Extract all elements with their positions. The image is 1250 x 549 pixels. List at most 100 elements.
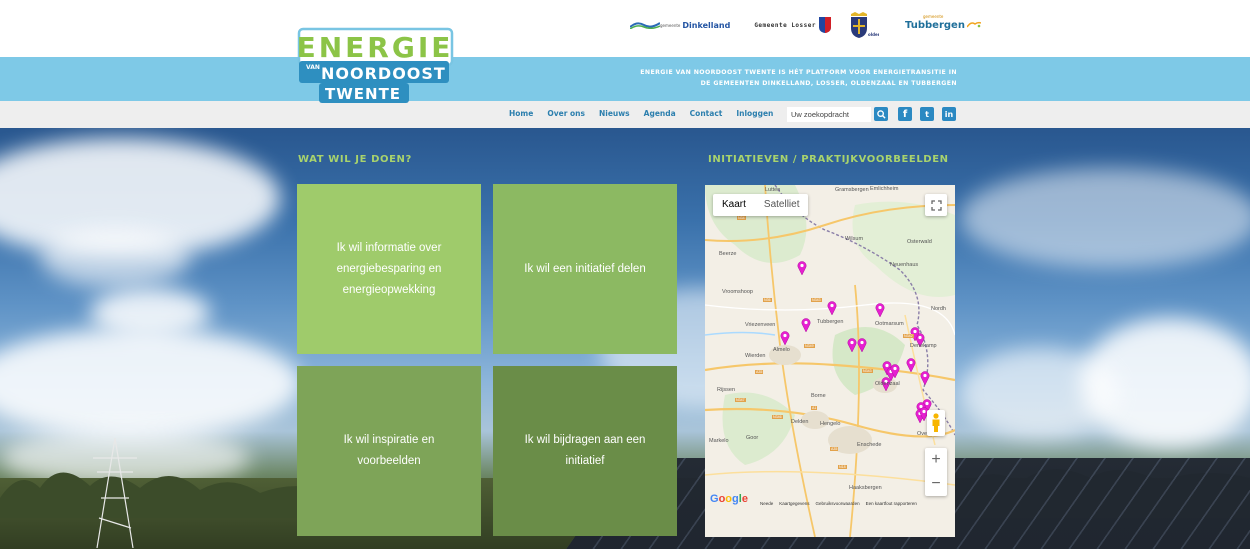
initiatives-map[interactable]: Lutten Gramsbergen Emlichheim Wilsum Ost… [705,185,955,537]
place-label: Gramsbergen [835,187,869,193]
google-letter: g [732,493,739,505]
road-label: N343 [811,298,822,302]
main-navigation: Home Over ons Nieuws Agenda Contact Inlo… [0,101,1250,128]
road-label: N36 [763,298,772,302]
road-label: A1 [811,406,818,410]
svg-text:oldenzaal: oldenzaal [868,32,879,37]
place-label: Tubbergen [817,319,844,325]
place-label: Enschede [857,442,882,448]
cloud [960,348,1120,438]
map-marker-dot [893,366,897,371]
place-label: Ootmarsum [875,321,904,327]
attrib-kaartfout[interactable]: Een kaartfout rapporteren [866,501,917,506]
place-label: Haaksbergen [849,485,882,491]
tubbergen-leaf-icon [966,21,981,28]
dinkelland-logo[interactable]: gemeente Dinkelland [630,21,730,30]
map-marker-dot [830,303,834,308]
map-marker-dot [850,340,854,345]
road-label: A35 [830,447,839,451]
nav-home[interactable]: Home [509,109,533,118]
svg-text:TWENTE: TWENTE [325,85,401,103]
street-view-pegman[interactable] [927,410,945,436]
place-label: Vroomshoop [722,289,753,295]
map-type-kaart[interactable]: Kaart [713,194,755,216]
nav-links: Home Over ons Nieuws Agenda Contact Inlo… [509,109,787,118]
site-logo[interactable]: ENERGIE VAN NOORDOOST TWENTE [297,27,454,104]
cloud [40,228,190,288]
map-canvas[interactable] [705,185,955,537]
fullscreen-icon [930,199,942,211]
nav-nieuws[interactable]: Nieuws [599,109,630,118]
road-label: N343 [862,369,873,373]
linkedin-icon[interactable]: in [942,107,956,121]
fullscreen-button[interactable] [925,194,947,216]
svg-text:NOORDOOST: NOORDOOST [321,64,446,83]
zoom-out-button[interactable]: − [925,472,947,496]
tile-label: Ik wil bijdragen aan een initiatief [524,434,646,467]
map-marker-dot [800,263,804,268]
google-letter: e [741,493,748,505]
cloud [960,168,1250,268]
place-label: Neuenhaus [890,262,919,268]
losser-shield-icon [819,17,831,33]
power-pylon [93,438,137,548]
place-label: Wilsum [845,236,864,242]
right-section-heading: INITIATIEVEN / PRAKTIJKVOORBEELDEN [708,154,949,165]
road-label: N18 [838,465,847,469]
zoom-in-button[interactable]: + [925,448,947,472]
tubbergen-logo[interactable]: gemeente Tubbergen [905,14,981,31]
tile-bijdragen[interactable]: Ik wil bijdragen aan een initiatief [493,366,677,536]
google-logo: Google [710,493,748,505]
map-marker-dot [922,409,926,414]
map-type-control: Kaart Satelliet [713,194,809,216]
oldenzaal-logo[interactable]: oldenzaal [847,12,879,38]
place-label: Goor [746,435,759,441]
left-section-heading: WAT WIL JE DOEN? [298,154,412,165]
place-label: Beerze [719,251,737,257]
nav-agenda[interactable]: Agenda [644,109,676,118]
attrib-gebruiksvoorwaarden[interactable]: Gebruiksvoorwaarden [816,501,860,506]
tile-inspiratie[interactable]: Ik wil inspiratie en voorbeelden [297,366,481,536]
attrib-kaartgegevens[interactable]: Kaartgegevens [779,501,809,506]
search-input[interactable] [787,107,871,122]
google-letter: G [710,493,719,505]
search-icon [876,109,886,119]
map-marker-dot [925,401,929,406]
place-label: Oldenzaal [875,381,900,387]
zoom-control: + − [925,448,947,496]
site-tagline: ENERGIE VAN NOORDOOST TWENTE IS HÉT PLAT… [537,67,957,89]
place-label: Borne [811,393,826,399]
nav-inloggen[interactable]: Inloggen [736,109,773,118]
place-label: Markelo [709,438,729,444]
map-marker-dot [885,363,889,368]
losser-name: Gemeente Losser [754,21,816,29]
nav-contact[interactable]: Contact [690,109,723,118]
map-marker-dot [913,329,917,334]
tile-label: Ik wil inspiratie en voorbeelden [343,434,435,467]
svg-text:ENERGIE: ENERGIE [297,31,453,64]
pegman-icon [932,413,940,432]
tile-label: Ik wil informatie over energiebesparing … [336,241,442,296]
nav-over-ons[interactable]: Over ons [547,109,585,118]
svg-text:VAN: VAN [306,64,320,71]
road-label: N34 [737,216,746,220]
hero-section: WAT WIL JE DOEN? INITIATIEVEN / PRAKTIJK… [0,128,1250,549]
search-button[interactable] [874,107,888,121]
road-label: N349 [804,344,815,348]
facebook-icon[interactable]: f [898,107,912,121]
road-label: N342 [903,334,914,338]
map-marker-dot [860,340,864,345]
tile-informatie[interactable]: Ik wil informatie over energiebesparing … [297,184,481,354]
tile-label: Ik wil een initiatief delen [524,262,646,275]
tagline-band: ENERGIE VAN NOORDOOST TWENTE IS HÉT PLAT… [0,57,1250,101]
place-label: Rijssen [717,387,736,393]
tubbergen-prefix: gemeente [923,13,944,19]
map-type-satelliet[interactable]: Satelliet [755,194,809,216]
losser-logo[interactable]: Gemeente Losser [754,17,831,33]
twitter-icon[interactable]: t [920,107,934,121]
road-label: N346 [772,415,783,419]
map-attribution: Neede Kaartgegevens Gebruiksvoorwaarden … [760,501,923,506]
tile-initiatief-delen[interactable]: Ik wil een initiatief delen [493,184,677,354]
place-label: Emlichheim [870,186,899,192]
place-label: Neede [760,501,774,506]
